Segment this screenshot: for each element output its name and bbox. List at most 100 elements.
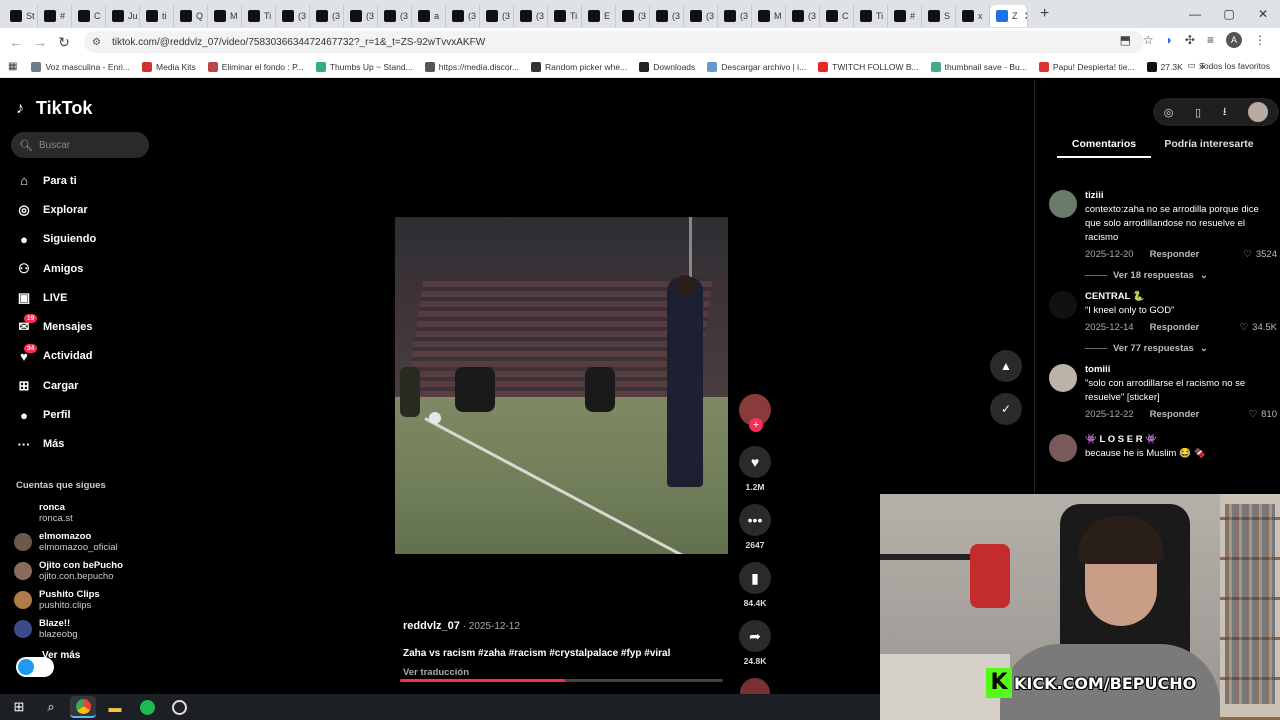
browser-tab[interactable]: x xyxy=(956,5,990,27)
comment-username[interactable]: 👾 L O S E R 👾 xyxy=(1085,434,1277,445)
comment-like[interactable]: ♡ 3524 xyxy=(1243,249,1277,260)
browser-tab[interactable]: (3 xyxy=(514,5,548,27)
windows-start-icon[interactable]: ⊞ xyxy=(6,696,32,718)
maximize-button[interactable]: ▢ xyxy=(1212,7,1246,21)
video-author[interactable]: reddvlz_07 xyxy=(403,620,460,632)
apps-grid-icon[interactable]: ▦ xyxy=(8,61,17,72)
view-replies-button[interactable]: Ver 77 respuestas ⌄ xyxy=(1085,343,1277,354)
bookmark-item[interactable]: Eliminar el fondo : P... xyxy=(207,61,304,72)
see-more-link[interactable]: Ver más xyxy=(42,650,80,661)
forward-arrow-icon[interactable]: → xyxy=(28,34,52,50)
search-input[interactable] xyxy=(38,139,139,151)
new-tab-button[interactable]: + xyxy=(1040,5,1049,23)
bookmark-item[interactable]: Downloads xyxy=(639,61,695,72)
comment-username[interactable]: tomiii xyxy=(1085,364,1277,375)
following-account[interactable]: elmomazoo elmomazoo_oficial xyxy=(14,527,154,556)
obs-icon[interactable] xyxy=(166,696,192,718)
close-window-button[interactable]: ✕ xyxy=(1246,7,1280,21)
commenter-avatar[interactable] xyxy=(1049,434,1077,462)
comment-like[interactable]: ♡ 34.5K xyxy=(1240,322,1277,333)
coins-icon[interactable]: ◎ xyxy=(1164,106,1174,119)
tab-comments[interactable]: Comentarios xyxy=(1057,138,1151,158)
site-info-icon[interactable]: ⚙ xyxy=(92,37,104,48)
download-icon[interactable]: ⭳ xyxy=(1223,103,1227,122)
tab-might-interest[interactable]: Podría interesarte xyxy=(1151,138,1267,158)
browser-tab[interactable]: (3 xyxy=(446,5,480,27)
spotify-icon[interactable] xyxy=(134,696,160,718)
heart-icon[interactable]: ♥ xyxy=(739,446,771,478)
nav-item-perfil[interactable]: ● Perfil xyxy=(16,400,156,429)
nav-item-actividad[interactable]: ♥ Actividad 34 xyxy=(16,342,156,371)
comment-like[interactable]: ♡ 810 xyxy=(1249,409,1277,420)
bookmark-item[interactable]: Random picker whe... xyxy=(531,61,627,72)
bookmark-item[interactable]: Papu! Despierta! tie... xyxy=(1038,61,1135,72)
browser-menu-icon[interactable]: ⋮ xyxy=(1254,33,1266,47)
browser-tab[interactable]: Q xyxy=(174,5,208,27)
reply-button[interactable]: Responder xyxy=(1150,409,1200,420)
commenter-avatar[interactable] xyxy=(1049,364,1077,392)
commenter-avatar[interactable] xyxy=(1049,190,1077,218)
view-replies-button[interactable]: Ver 18 respuestas ⌄ xyxy=(1085,270,1277,281)
browser-tab[interactable]: M xyxy=(752,5,786,27)
browser-tab[interactable]: Ti xyxy=(854,5,888,27)
bookmark-item[interactable]: thumbnail save - Bu... xyxy=(930,61,1027,72)
comment-username[interactable]: tiziii xyxy=(1085,190,1277,201)
chrome-taskbar-icon[interactable] xyxy=(70,696,96,718)
browser-tab[interactable]: E xyxy=(582,5,616,27)
save-action[interactable]: ▮ 84.4K xyxy=(739,562,771,608)
browser-tab[interactable]: Ti xyxy=(548,5,582,27)
bookmark-item[interactable]: 27.3K xyxy=(1146,61,1183,72)
reload-icon[interactable]: ↻ xyxy=(52,34,76,51)
tiktok-logo[interactable]: ♪ TikTok xyxy=(16,98,92,119)
back-arrow-icon[interactable]: ← xyxy=(4,34,28,50)
commenter-avatar[interactable] xyxy=(1049,291,1077,319)
follow-plus-icon[interactable]: + xyxy=(749,418,763,432)
browser-tab[interactable]: (3 xyxy=(718,5,752,27)
nav-item-amigos[interactable]: ⚇ Amigos xyxy=(16,254,156,283)
browser-tab[interactable]: Ju xyxy=(106,5,140,27)
browser-tab[interactable]: (3 xyxy=(276,5,310,27)
bookmark-star-icon[interactable]: ☆ xyxy=(1143,33,1154,47)
browser-tab[interactable]: C xyxy=(820,5,854,27)
browser-tab[interactable]: a xyxy=(412,5,446,27)
like-action[interactable]: ♥ 1.2M xyxy=(739,446,771,492)
browser-tab[interactable]: (3 xyxy=(616,5,650,27)
video-player[interactable] xyxy=(395,217,728,554)
extensions-puzzle-icon[interactable]: ✣ xyxy=(1185,33,1195,47)
bookmark-icon[interactable]: ▮ xyxy=(739,562,771,594)
browser-tab[interactable]: M xyxy=(208,5,242,27)
browser-tab[interactable]: (3 xyxy=(378,5,412,27)
following-account[interactable]: Blaze!! blazeobg xyxy=(14,615,154,644)
comment-username[interactable]: CENTRAL 🐍 xyxy=(1085,291,1277,302)
comment-icon[interactable]: ••• xyxy=(739,504,771,536)
minimize-button[interactable]: — xyxy=(1178,7,1212,21)
chevron-down-icon[interactable]: ✓ xyxy=(990,393,1022,425)
bookmark-item[interactable]: Voz masculina - Enri... xyxy=(31,61,130,72)
device-icon[interactable]: ▯ xyxy=(1195,106,1201,119)
nav-item-live[interactable]: ▣ LIVE xyxy=(16,283,156,312)
nav-item-explorar[interactable]: ◎ Explorar xyxy=(16,195,156,224)
media-control-icon[interactable]: ≡ xyxy=(1207,33,1214,47)
following-account[interactable]: Ojito con bePucho ojito.con.bepucho xyxy=(14,556,154,585)
nav-item-para-ti[interactable]: ⌂ Para ti xyxy=(16,166,156,195)
bookmark-item[interactable]: Descargar archivo | i... xyxy=(707,61,806,72)
profile-avatar[interactable]: A xyxy=(1226,32,1242,48)
video-progress-bar[interactable] xyxy=(400,679,723,682)
browser-tab[interactable]: # xyxy=(38,5,72,27)
all-favorites[interactable]: ▭ Todos los favoritos xyxy=(1188,60,1270,71)
bookmark-item[interactable]: https://media.discor... xyxy=(424,61,519,72)
extension-icon[interactable]: ◗ xyxy=(1166,33,1173,47)
browser-tab[interactable]: (3 xyxy=(480,5,514,27)
close-tab-icon[interactable]: ✕ xyxy=(1024,9,1028,23)
author-avatar[interactable]: + xyxy=(739,394,771,432)
install-app-icon[interactable]: ⬒ xyxy=(1120,33,1131,47)
search-box[interactable]: 🔍︎ xyxy=(11,132,149,158)
nav-item-cargar[interactable]: ⊞ Cargar xyxy=(16,371,156,400)
nav-item-más[interactable]: ··· Más xyxy=(16,430,156,459)
nav-item-mensajes[interactable]: ✉ Mensajes 19 xyxy=(16,312,156,341)
file-explorer-icon[interactable]: ▬ xyxy=(102,696,128,718)
share-action[interactable]: ➦ 24.8K xyxy=(739,620,771,666)
browser-tab[interactable]: (3 xyxy=(310,5,344,27)
url-field[interactable]: ⚙ tiktok.com/@reddvlz_07/video/758303663… xyxy=(84,31,1144,53)
nav-item-siguiendo[interactable]: ● Siguiendo xyxy=(16,225,156,254)
